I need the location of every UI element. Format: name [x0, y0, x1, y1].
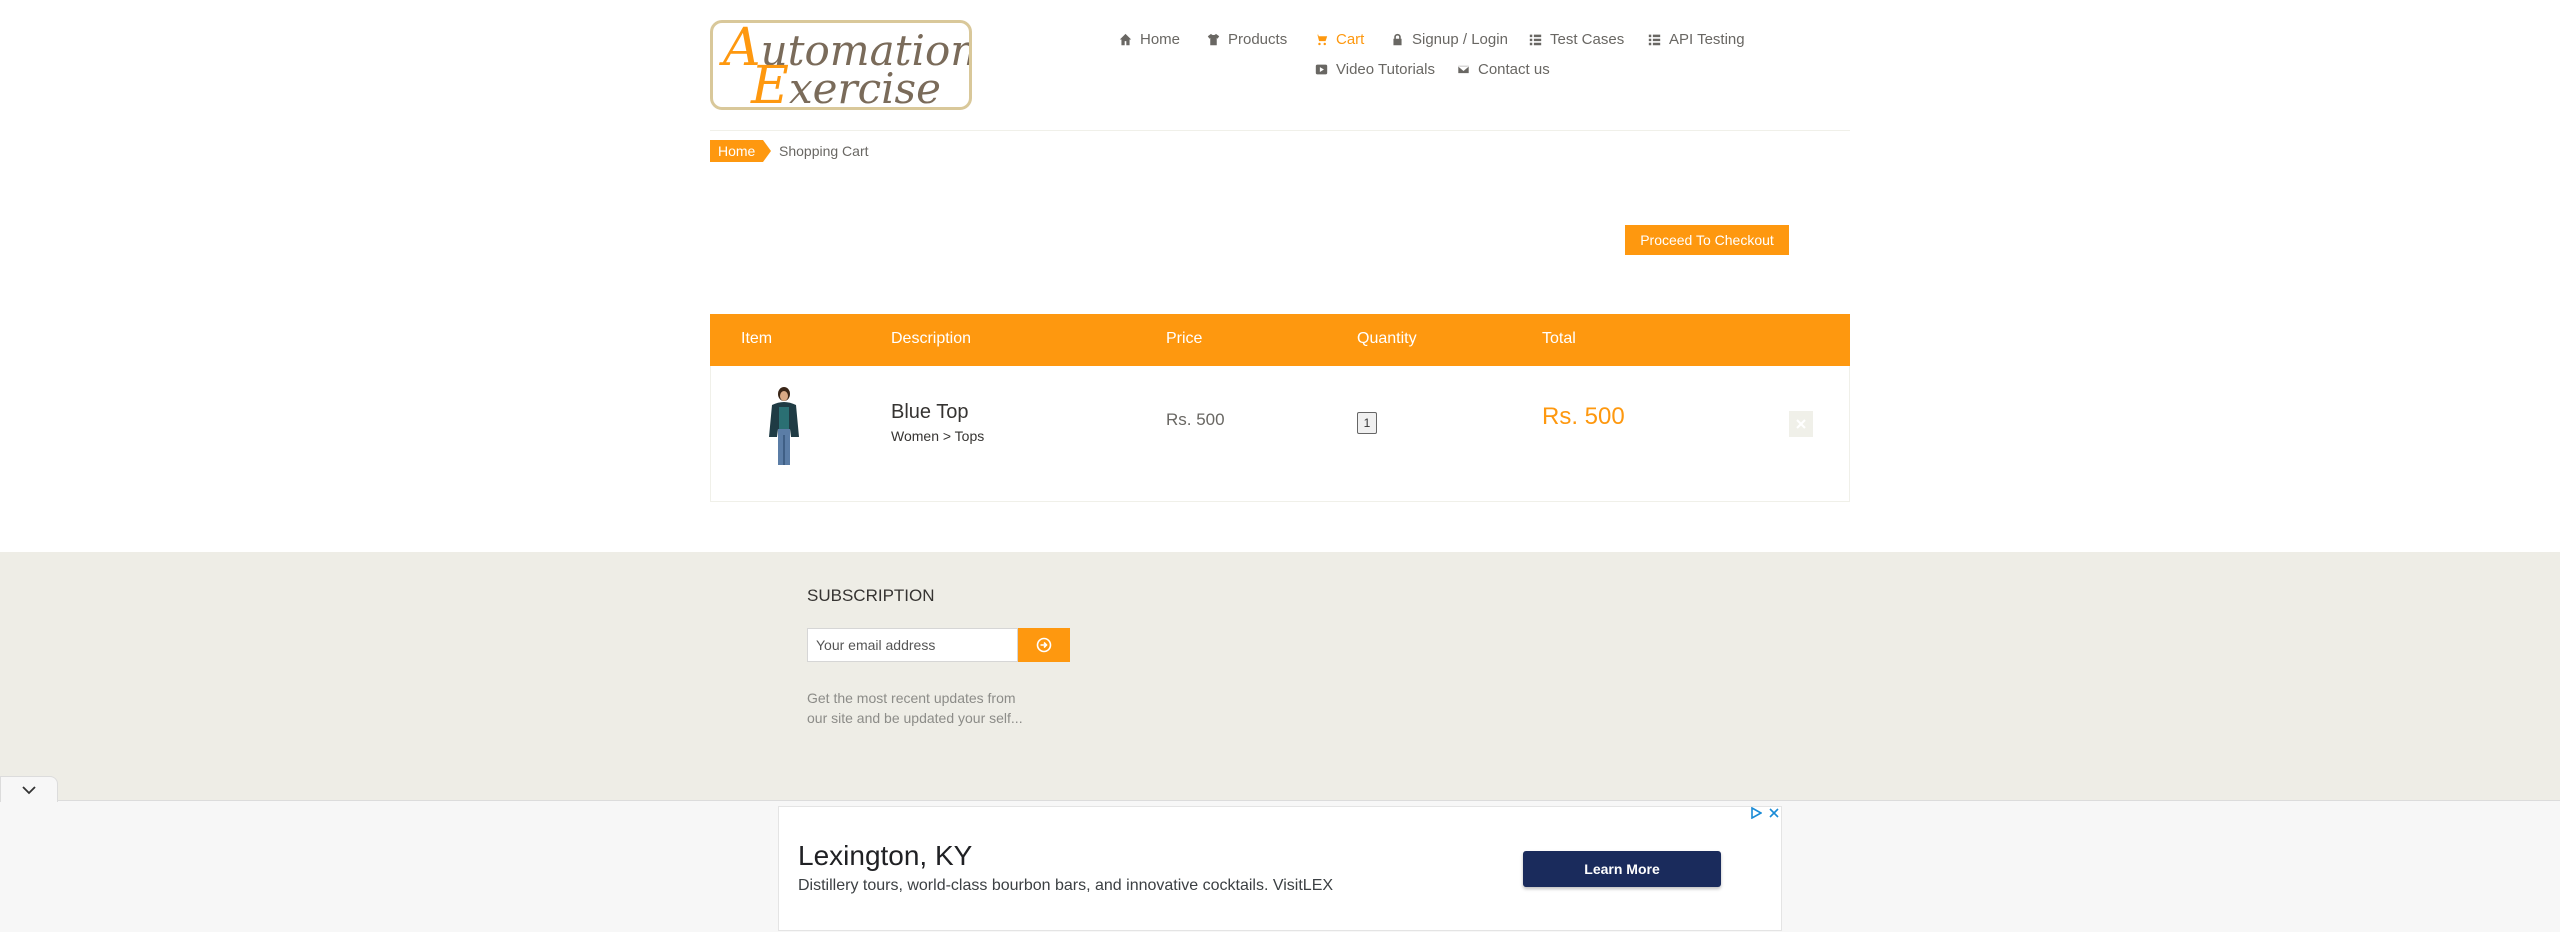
nav-contact-us[interactable]: Contact us: [1457, 58, 1550, 80]
nav-products[interactable]: Products: [1207, 28, 1287, 50]
subscription-description: Get the most recent updates from our sit…: [807, 690, 1023, 726]
nav-cart[interactable]: Cart: [1315, 28, 1364, 50]
subscription-title: SUBSCRIPTION: [807, 586, 935, 605]
nav-video-tutorials[interactable]: Video Tutorials: [1315, 58, 1435, 80]
ad-title[interactable]: Lexington, KY: [798, 840, 972, 872]
footer: [0, 552, 2560, 802]
shirt-icon: [1207, 33, 1220, 45]
ad-collapse-tab[interactable]: [0, 776, 58, 802]
nav-signup-login[interactable]: Signup / Login: [1391, 28, 1508, 50]
column-price: Price: [1166, 330, 1203, 347]
delete-icon: [1796, 419, 1806, 429]
home-icon: [1119, 33, 1132, 45]
column-description: Description: [891, 330, 972, 347]
site-logo[interactable]: Automation Exercise: [710, 20, 972, 110]
product-total: Rs. 500: [1542, 403, 1625, 430]
arrow-circle-right-icon: [1036, 637, 1052, 653]
ad-choices[interactable]: [1750, 807, 1780, 819]
youtube-icon: [1315, 64, 1328, 74]
column-quantity: Quantity: [1357, 330, 1417, 347]
lock-icon: [1393, 33, 1402, 45]
adchoices-icon[interactable]: [1750, 807, 1762, 819]
ad-description[interactable]: Distillery tours, world-class bourbon ba…: [798, 877, 1333, 895]
envelope-icon: [1457, 64, 1470, 74]
product-category: Women > Tops: [891, 428, 985, 444]
breadcrumb-home[interactable]: Home: [710, 140, 772, 162]
header-divider: [710, 130, 1850, 131]
close-icon[interactable]: [1768, 807, 1780, 819]
list-icon: [1648, 34, 1661, 45]
subscription-email-input[interactable]: [807, 628, 1018, 662]
nav-api-testing[interactable]: API Testing: [1648, 28, 1745, 50]
delete-item-button[interactable]: [1789, 411, 1813, 437]
product-name[interactable]: Blue Top: [891, 401, 968, 424]
cart-table-row: [710, 366, 1850, 502]
cart-table-header: [710, 314, 1850, 366]
quantity-button[interactable]: 1: [1357, 412, 1377, 434]
product-image[interactable]: [764, 385, 804, 467]
proceed-to-checkout-button[interactable]: Proceed To Checkout: [1625, 225, 1789, 255]
nav-home[interactable]: Home: [1119, 28, 1180, 50]
list-icon: [1529, 34, 1542, 45]
subscribe-button[interactable]: [1018, 628, 1070, 662]
breadcrumb-current: Shopping Cart: [779, 143, 869, 159]
ad-learn-more-button[interactable]: Learn More: [1523, 851, 1721, 887]
nav-test-cases[interactable]: Test Cases: [1529, 28, 1624, 50]
column-total: Total: [1542, 330, 1576, 347]
product-price: Rs. 500: [1166, 410, 1225, 429]
chevron-down-icon: [22, 785, 36, 794]
cart-icon: [1315, 34, 1328, 45]
column-item: Item: [741, 330, 773, 347]
